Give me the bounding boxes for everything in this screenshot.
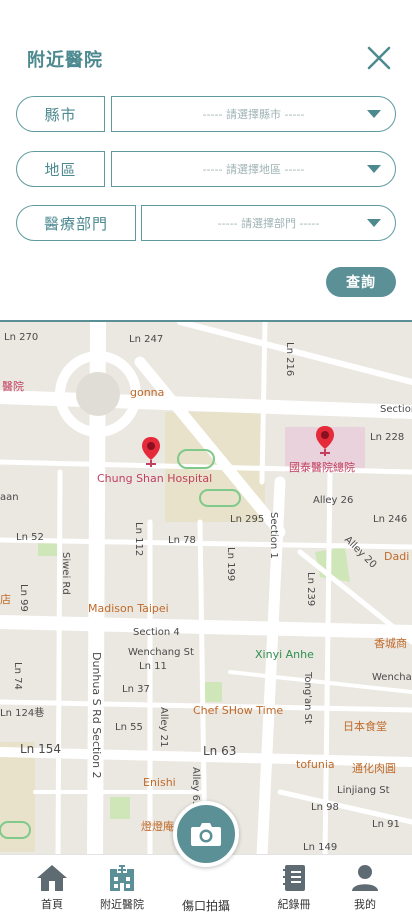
hospital-building-icon [110, 865, 134, 891]
map-label-hospital-left[interactable]: 醫院 [2, 378, 24, 394]
street-label: Ln 216 [284, 342, 295, 377]
close-icon[interactable] [366, 45, 392, 71]
street-label: Ln 52 [16, 532, 44, 543]
nav-profile-label: 我的 [354, 898, 376, 911]
district-select[interactable]: ----- 請選擇地區 ----- [111, 151, 396, 187]
query-button[interactable]: 查詢 [326, 267, 396, 297]
street-label: Linjiang St [337, 785, 390, 796]
street-label: Section 1 [268, 512, 279, 559]
home-icon [37, 865, 67, 891]
nav-nearby[interactable]: 附近醫院 [87, 863, 157, 912]
department-select[interactable]: ----- 請選擇部門 ----- [141, 205, 396, 241]
hospital-marker-icon[interactable] [315, 425, 335, 457]
street-label: Ln 124巷 [0, 708, 45, 719]
nav-profile[interactable]: 我的 [330, 863, 400, 912]
county-placeholder: ----- 請選擇縣市 ----- [202, 108, 305, 121]
map-label-tofunia: tofunia [296, 758, 335, 771]
district-placeholder: ----- 請選擇地區 ----- [202, 163, 305, 176]
map-label-dian: 店 [0, 593, 11, 606]
street-label: Alley 21 [158, 707, 169, 748]
street-label: Ln 270 [4, 332, 39, 343]
district-label: 地區 [16, 151, 105, 187]
map-label-xiangcheng: 香城商 [374, 637, 407, 650]
street-label: Siwei Rd [60, 552, 71, 595]
nav-home[interactable]: 首頁 [17, 863, 87, 912]
map-label-cathay[interactable]: 國泰醫院總院 [289, 459, 355, 475]
map-label-chef: Chef SHow Time [193, 704, 284, 717]
district-filter: 地區 ----- 請選擇地區 ----- [16, 151, 396, 187]
street-label: Ln 239 [305, 572, 316, 607]
street-label: Tong'an St [302, 672, 313, 724]
street-label: Section [380, 404, 412, 415]
map-label-dadi: Dadi [384, 550, 410, 563]
notebook-icon [283, 865, 305, 891]
map-label-chungshan[interactable]: Chung Shan Hospital [97, 472, 212, 485]
street-label: Wenchar [372, 672, 412, 683]
street-label: Ln 295 [230, 514, 265, 525]
street-label: Section 4 [133, 627, 180, 638]
street-label: Alley 26 [313, 495, 354, 506]
street-label: Ln 149 [303, 842, 338, 853]
chevron-down-icon [367, 110, 381, 118]
county-select[interactable]: ----- 請選擇縣市 ----- [111, 96, 396, 132]
street-label: Ln 99 [18, 584, 29, 612]
street-label: Ln 37 [122, 684, 150, 695]
street-label: Ln 98 [311, 802, 339, 813]
map-view[interactable]: Chung Shan Hospital 國泰醫院總院 醫院 gonna Madi… [0, 320, 412, 854]
user-icon [352, 865, 378, 891]
street-label: Ln 247 [129, 334, 164, 345]
map-label-gonna: gonna [130, 386, 165, 399]
street-label: aan [0, 492, 19, 503]
street-label: Ln 154 [20, 742, 62, 756]
map-label-riben: 日本食堂 [343, 720, 387, 733]
nav-nearby-label: 附近醫院 [100, 898, 144, 911]
street-label: Ln 55 [115, 722, 143, 733]
map-label-enishi: Enishi [143, 776, 176, 789]
street-label: Ln 112 [133, 522, 144, 557]
camera-icon [191, 823, 221, 846]
county-filter: 縣市 ----- 請選擇縣市 ----- [16, 96, 396, 132]
hospital-marker-icon[interactable] [141, 436, 161, 468]
street-label: Ln 63 [203, 744, 237, 758]
nav-records[interactable]: 紀錄冊 [259, 863, 329, 912]
department-filter: 醫療部門 ----- 請選擇部門 ----- [16, 205, 396, 241]
street-label: Wenchang St [128, 647, 194, 658]
nav-home-label: 首頁 [41, 898, 63, 911]
street-label: Ln 91 [372, 819, 400, 830]
department-label: 醫療部門 [16, 205, 136, 241]
camera-button[interactable] [173, 801, 239, 867]
nav-camera-label: 傷口拍攝 [181, 899, 230, 913]
street-label: Ln 78 [168, 535, 196, 546]
department-placeholder: ----- 請選擇部門 ----- [217, 217, 320, 230]
county-label: 縣市 [16, 96, 105, 132]
map-label-dengdeng: 燈燈庵 [141, 820, 174, 833]
street-label: Dunhua S Rd Section 2 [90, 652, 103, 779]
map-label-madison: Madison Taipei [88, 602, 169, 615]
page-title: 附近醫院 [27, 50, 103, 71]
street-label: Ln 74 [12, 662, 23, 690]
chevron-down-icon [367, 219, 381, 227]
nav-records-label: 紀錄冊 [277, 898, 311, 911]
map-label-tonghua: 通化肉圓 [352, 762, 396, 775]
street-label: Ln 199 [225, 547, 236, 582]
street-label: Ln 11 [139, 661, 167, 672]
map-label-xinyi: Xinyi Anhe [255, 648, 314, 661]
street-label: Ln 228 [370, 432, 405, 443]
chevron-down-icon [367, 165, 381, 173]
street-label: Ln 246 [373, 514, 408, 525]
